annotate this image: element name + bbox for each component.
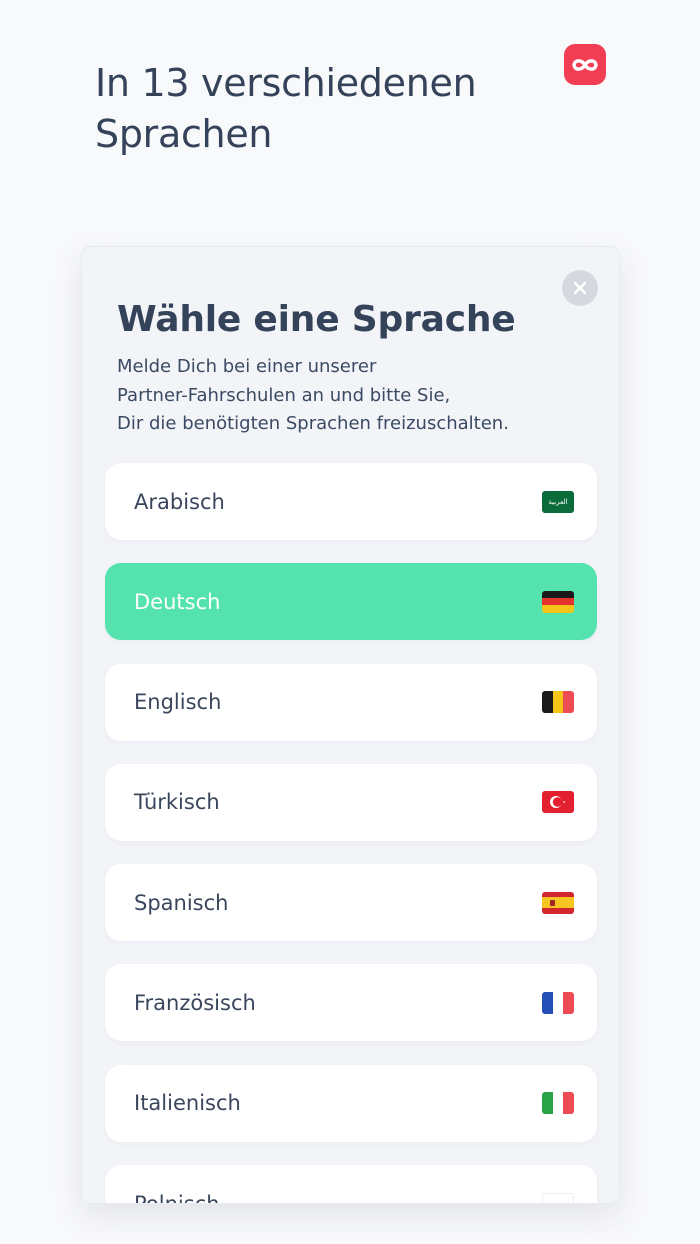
app-logo-icon bbox=[564, 44, 606, 85]
flag-spain-icon bbox=[542, 891, 574, 914]
description-line: Dir die benötigten Sprachen freizuschalt… bbox=[117, 413, 509, 434]
flag-italy-icon bbox=[542, 1092, 574, 1115]
flag-germany-icon bbox=[542, 590, 574, 613]
language-item-polnisch[interactable]: Polnisch bbox=[105, 1165, 597, 1204]
language-list: Arabisch العربية Deutsch Englisch Türkis… bbox=[105, 463, 597, 1204]
screen: In 13 verschiedenen Sprachen Wähle eine … bbox=[0, 0, 700, 1244]
language-item-franzoesisch[interactable]: Französisch bbox=[105, 964, 597, 1042]
description-line: Melde Dich bei einer unserer bbox=[117, 356, 377, 377]
headline-line-1: In 13 verschiedenen bbox=[95, 61, 477, 105]
flag-turkey-icon bbox=[542, 791, 574, 814]
flag-poland-icon bbox=[542, 1192, 574, 1203]
close-button[interactable] bbox=[562, 270, 598, 306]
language-label: Türkisch bbox=[134, 790, 220, 815]
language-label: Italienisch bbox=[134, 1091, 241, 1116]
language-label: Deutsch bbox=[134, 589, 221, 614]
infinity-icon bbox=[572, 58, 598, 71]
language-modal: Wähle eine Sprache Melde Dich bei einer … bbox=[81, 246, 620, 1204]
flag-text: العربية bbox=[548, 497, 568, 506]
language-item-deutsch[interactable]: Deutsch bbox=[105, 563, 597, 641]
description-line: Partner-Fahrschulen an und bitte Sie, bbox=[117, 384, 451, 406]
language-item-italienisch[interactable]: Italienisch bbox=[105, 1064, 597, 1142]
language-item-arabisch[interactable]: Arabisch العربية bbox=[105, 463, 597, 540]
flag-saudi-arabia-icon: العربية bbox=[542, 490, 574, 513]
language-label: Englisch bbox=[134, 690, 222, 715]
language-item-englisch[interactable]: Englisch bbox=[105, 663, 597, 741]
flag-france-icon bbox=[542, 991, 574, 1014]
crescent-star-icon bbox=[550, 796, 565, 809]
headline-line-2: Sprachen bbox=[95, 112, 273, 156]
language-label: Polnisch bbox=[134, 1191, 220, 1204]
modal-description: Melde Dich bei einer unserer Partner-Fah… bbox=[117, 353, 587, 439]
language-item-spanisch[interactable]: Spanisch bbox=[105, 864, 597, 942]
language-item-tuerkisch[interactable]: Türkisch bbox=[105, 763, 597, 841]
language-label: Französisch bbox=[134, 990, 256, 1015]
language-label: Spanisch bbox=[134, 890, 229, 915]
headline: In 13 verschiedenen Sprachen bbox=[95, 58, 535, 160]
close-icon bbox=[573, 281, 587, 295]
flag-belgium-icon bbox=[542, 691, 574, 714]
modal-title: Wähle eine Sprache bbox=[117, 299, 516, 340]
language-label: Arabisch bbox=[134, 489, 225, 514]
